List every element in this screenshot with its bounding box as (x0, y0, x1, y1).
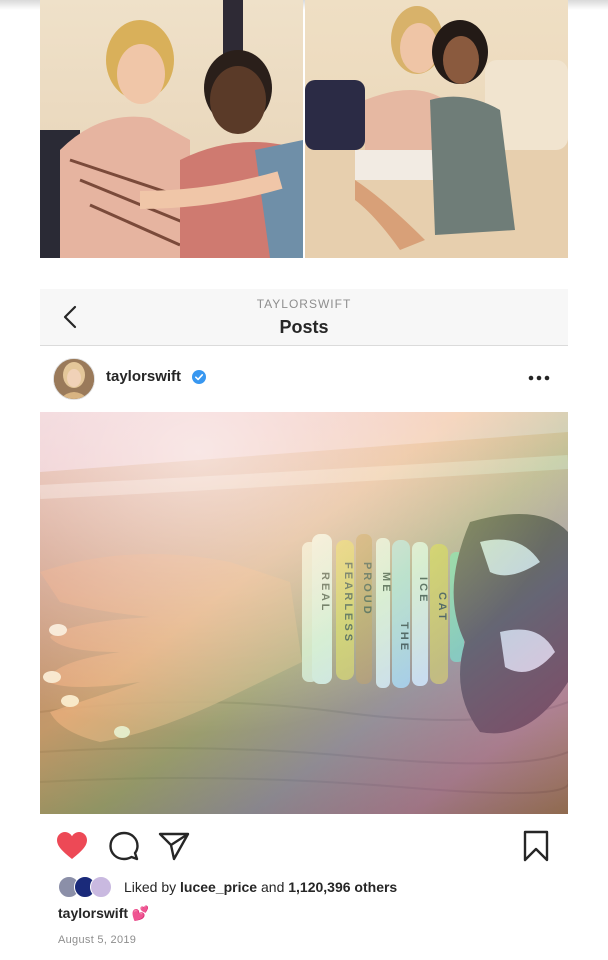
post-header: taylorswift (40, 350, 568, 410)
more-options-button[interactable] (526, 366, 552, 390)
likes-row[interactable]: Liked by lucee_price and 1,120,396 other… (58, 876, 397, 898)
like-button[interactable] (56, 830, 88, 862)
heart-icon (57, 832, 87, 859)
liker-avatar (90, 876, 112, 898)
likes-middle: and (257, 879, 289, 895)
bookmark-icon (523, 830, 549, 862)
save-button[interactable] (520, 830, 552, 862)
previous-post-photo-left[interactable] (40, 0, 303, 258)
ellipsis-icon (528, 375, 550, 381)
likes-count[interactable]: 1,120,396 others (288, 879, 397, 895)
caption: taylorswift 💕 (58, 905, 149, 922)
caption-username[interactable]: taylorswift (58, 905, 128, 921)
post-username[interactable]: taylorswift (106, 368, 181, 385)
header-subtitle: TAYLORSWIFT (256, 297, 352, 311)
previous-post-photo-right[interactable] (305, 0, 568, 258)
avatar[interactable] (53, 358, 95, 400)
post-date: August 5, 2019 (58, 934, 137, 946)
likes-prefix: Liked by (124, 879, 181, 895)
profile-picture (54, 359, 94, 399)
header-titles: TAYLORSWIFT Posts (40, 296, 568, 339)
comment-icon (109, 831, 139, 861)
liker-username[interactable]: lucee_price (180, 879, 257, 895)
page-title: Posts (279, 317, 329, 337)
verified-badge-icon (192, 370, 206, 384)
posts-header: TAYLORSWIFT Posts (40, 289, 568, 346)
comment-button[interactable] (108, 830, 140, 862)
post-actions (40, 826, 568, 866)
caption-text: 💕 (131, 905, 150, 921)
paper-plane-icon (158, 832, 190, 861)
liker-avatars (58, 876, 116, 898)
likes-text: Liked by lucee_price and 1,120,396 other… (124, 879, 397, 895)
post-image[interactable]: R E A L F E A R L E S S P R O U D M E T … (40, 412, 568, 814)
share-button[interactable] (158, 830, 190, 862)
